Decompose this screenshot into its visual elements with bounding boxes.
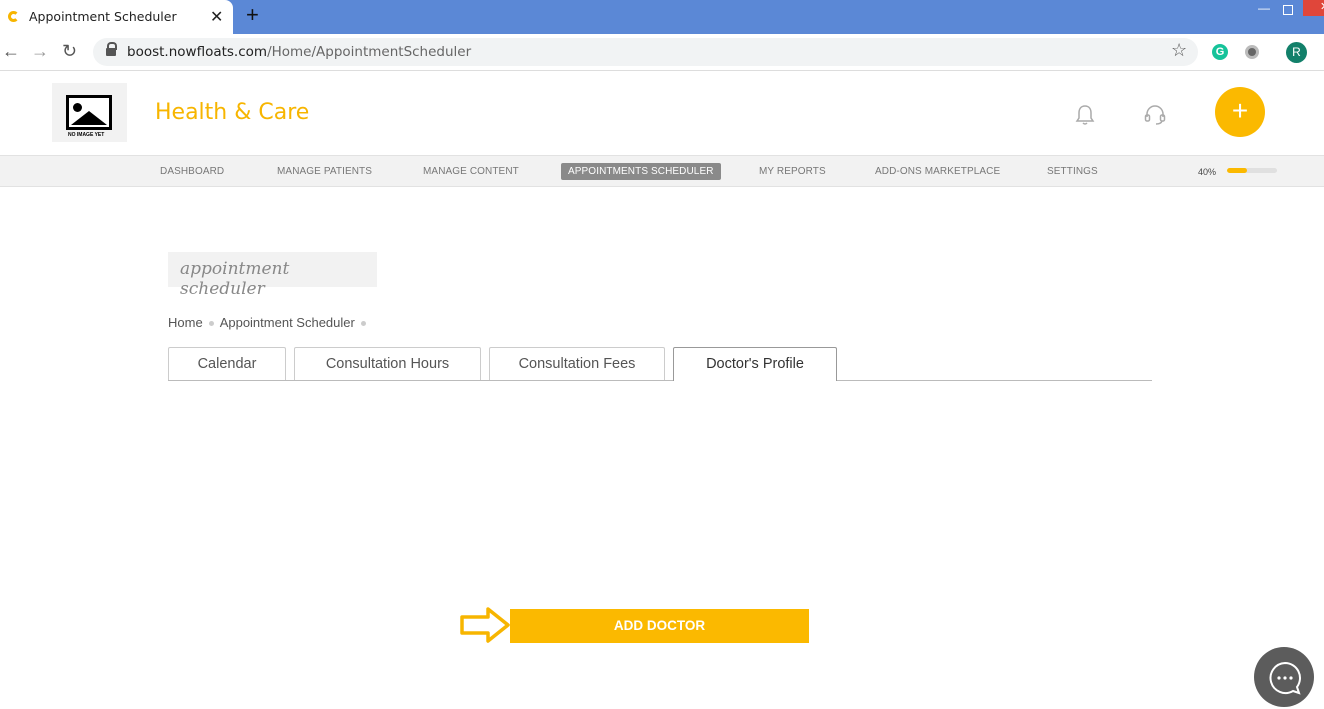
breadcrumb-separator (360, 321, 366, 327)
url-path: /Home/AppointmentScheduler (267, 44, 472, 60)
add-doctor-button[interactable]: ADD DOCTOR (510, 609, 809, 643)
main-nav: DASHBOARD MANAGE PATIENTS MANAGE CONTENT… (0, 155, 1324, 187)
browser-titlebar: Appointment Scheduler ✕ + — ✕ (0, 0, 1324, 34)
business-name: Health & Care (155, 100, 310, 125)
no-image-icon (66, 95, 112, 130)
window-restore-icon[interactable] (1283, 5, 1293, 15)
arrow-right-icon (460, 606, 512, 644)
page-title: appointment scheduler (168, 252, 377, 299)
forward-icon[interactable]: → (31, 41, 49, 62)
nav-dashboard[interactable]: DASHBOARD (160, 166, 224, 177)
bookmark-star-icon[interactable]: ☆ (1171, 40, 1187, 61)
support-headset-icon[interactable] (1143, 103, 1167, 127)
tab-calendar[interactable]: Calendar (168, 347, 286, 380)
tab-title: Appointment Scheduler (29, 9, 177, 24)
notification-bell-icon[interactable] (1075, 104, 1095, 126)
grammarly-extension-icon[interactable]: G (1212, 44, 1228, 60)
browser-tab[interactable]: Appointment Scheduler ✕ (0, 0, 233, 34)
extension-icon[interactable] (1245, 45, 1259, 59)
lock-icon[interactable] (106, 42, 117, 56)
profile-avatar[interactable]: R (1286, 42, 1307, 63)
chat-widget-button[interactable] (1254, 647, 1314, 707)
breadcrumb-separator (208, 321, 214, 327)
new-tab-icon[interactable]: + (246, 2, 259, 28)
nav-appointments-scheduler[interactable]: APPOINTMENTS SCHEDULER (561, 163, 721, 180)
breadcrumb-home[interactable]: Home (168, 315, 203, 330)
reload-icon[interactable]: ↻ (62, 41, 77, 62)
address-bar[interactable]: boost.nowfloats.com/Home/AppointmentSche… (93, 38, 1198, 66)
add-fab-button[interactable]: + (1215, 87, 1265, 137)
app-header: NO IMAGE YET Health & Care + (0, 71, 1324, 155)
profile-progress-bar (1227, 168, 1277, 173)
nav-addons-marketplace[interactable]: ADD-ONS MARKETPLACE (875, 166, 1000, 177)
tab-doctors-profile[interactable]: Doctor's Profile (673, 347, 837, 381)
tab-consultation-hours[interactable]: Consultation Hours (294, 347, 481, 380)
scheduler-tabs: Calendar Consultation Hours Consultation… (168, 347, 1152, 381)
tab-consultation-fees[interactable]: Consultation Fees (489, 347, 665, 380)
nav-manage-content[interactable]: MANAGE CONTENT (423, 166, 519, 177)
profile-progress-fill (1227, 168, 1247, 173)
chat-icon (1269, 661, 1301, 695)
business-logo[interactable]: NO IMAGE YET (52, 83, 127, 142)
back-icon[interactable]: ← (2, 41, 20, 62)
profile-progress-label: 40% (1198, 167, 1217, 177)
window-close-icon[interactable]: ✕ (1303, 0, 1324, 16)
nav-my-reports[interactable]: MY REPORTS (759, 166, 826, 177)
site-favicon-icon (8, 11, 19, 22)
nav-manage-patients[interactable]: MANAGE PATIENTS (277, 166, 372, 177)
page-title-text: appointment scheduler (180, 259, 290, 299)
breadcrumb-current: Appointment Scheduler (219, 315, 355, 330)
url-text: boost.nowfloats.com/Home/AppointmentSche… (127, 44, 471, 60)
tab-close-icon[interactable]: ✕ (210, 7, 223, 27)
window-minimize-icon[interactable]: — (1258, 1, 1270, 15)
breadcrumb: Home Appointment Scheduler (168, 315, 372, 330)
logo-caption: NO IMAGE YET (68, 132, 105, 138)
url-host: boost.nowfloats.com (127, 44, 268, 60)
nav-settings[interactable]: SETTINGS (1047, 166, 1098, 177)
browser-toolbar: ← → ↻ boost.nowfloats.com/Home/Appointme… (0, 34, 1324, 71)
